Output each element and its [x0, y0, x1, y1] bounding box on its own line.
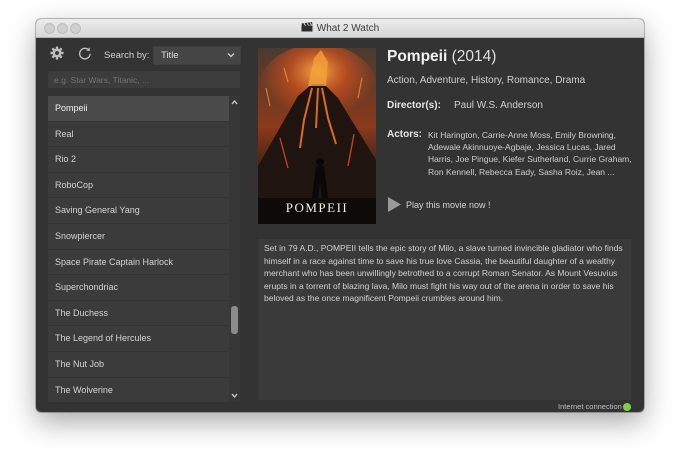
movie-synopsis: Set in 79 A.D., POMPEII tells the epic s…: [258, 239, 631, 400]
actors-label: Actors:: [387, 129, 423, 140]
director-label: Director(s):: [387, 100, 441, 111]
title-bar: What 2 Watch: [36, 19, 644, 38]
connection-status-label: Internet connection: [558, 402, 622, 411]
list-item[interactable]: The Legend of Hercules: [48, 326, 229, 352]
list-item[interactable]: Pompeii: [48, 96, 229, 122]
search-by-select[interactable]: Title: [153, 46, 241, 65]
list-item[interactable]: The Wolverine: [48, 378, 229, 402]
poster-artwork: POMPEII: [258, 48, 376, 224]
chevron-down-icon: [227, 53, 235, 58]
scroll-up-arrow-icon[interactable]: [230, 98, 239, 107]
list-item[interactable]: RoboCop: [48, 173, 229, 199]
search-by-label: Search by:: [104, 50, 150, 61]
list-item[interactable]: Rio 2: [48, 147, 229, 173]
search-by-value: Title: [161, 50, 179, 61]
connection-status-indicator: [623, 403, 631, 411]
gear-icon[interactable]: [50, 46, 64, 60]
actors-value: Kit Harington, Carrie-Anne Moss, Emily B…: [428, 130, 632, 177]
movie-list: Pompeii Real Rio 2 RoboCop Saving General Ya…: [48, 96, 229, 402]
app-window: What 2 Watch Search by: Title PompeiiRea…: [36, 19, 644, 412]
refresh-icon[interactable]: [78, 46, 92, 60]
movie-title-name: Pompeii: [387, 48, 448, 65]
list-item[interactable]: Superchondriac: [48, 275, 229, 301]
scroll-down-arrow-icon[interactable]: [230, 391, 239, 400]
window-title: What 2 Watch: [316, 23, 380, 34]
movie-title: Pompeii (2014): [387, 48, 496, 66]
list-item[interactable]: The Nut Job: [48, 352, 229, 378]
list-item[interactable]: Saving General Yang: [48, 198, 229, 224]
list-item[interactable]: Real: [48, 122, 229, 148]
list-item[interactable]: Space Pirate Captain Harlock: [48, 250, 229, 276]
play-movie-label: Play this movie now !: [406, 200, 491, 210]
list-item[interactable]: Snowpiercer: [48, 224, 229, 250]
play-icon: [388, 197, 401, 212]
director-value: Paul W.S. Anderson: [454, 100, 543, 111]
poster-title-text: POMPEII: [286, 200, 349, 215]
movie-poster: POMPEII: [258, 48, 376, 224]
movie-genres: Action, Adventure, History, Romance, Dra…: [387, 75, 586, 86]
movie-title-year: (2014): [451, 48, 497, 65]
search-input[interactable]: [48, 71, 240, 88]
scroll-thumb[interactable]: [231, 306, 238, 334]
list-item[interactable]: The Duchess: [48, 301, 229, 327]
movie-list-scrollbar[interactable]: [229, 96, 240, 402]
window-title-wrap: What 2 Watch: [36, 22, 644, 34]
clapperboard-icon: [301, 22, 313, 32]
